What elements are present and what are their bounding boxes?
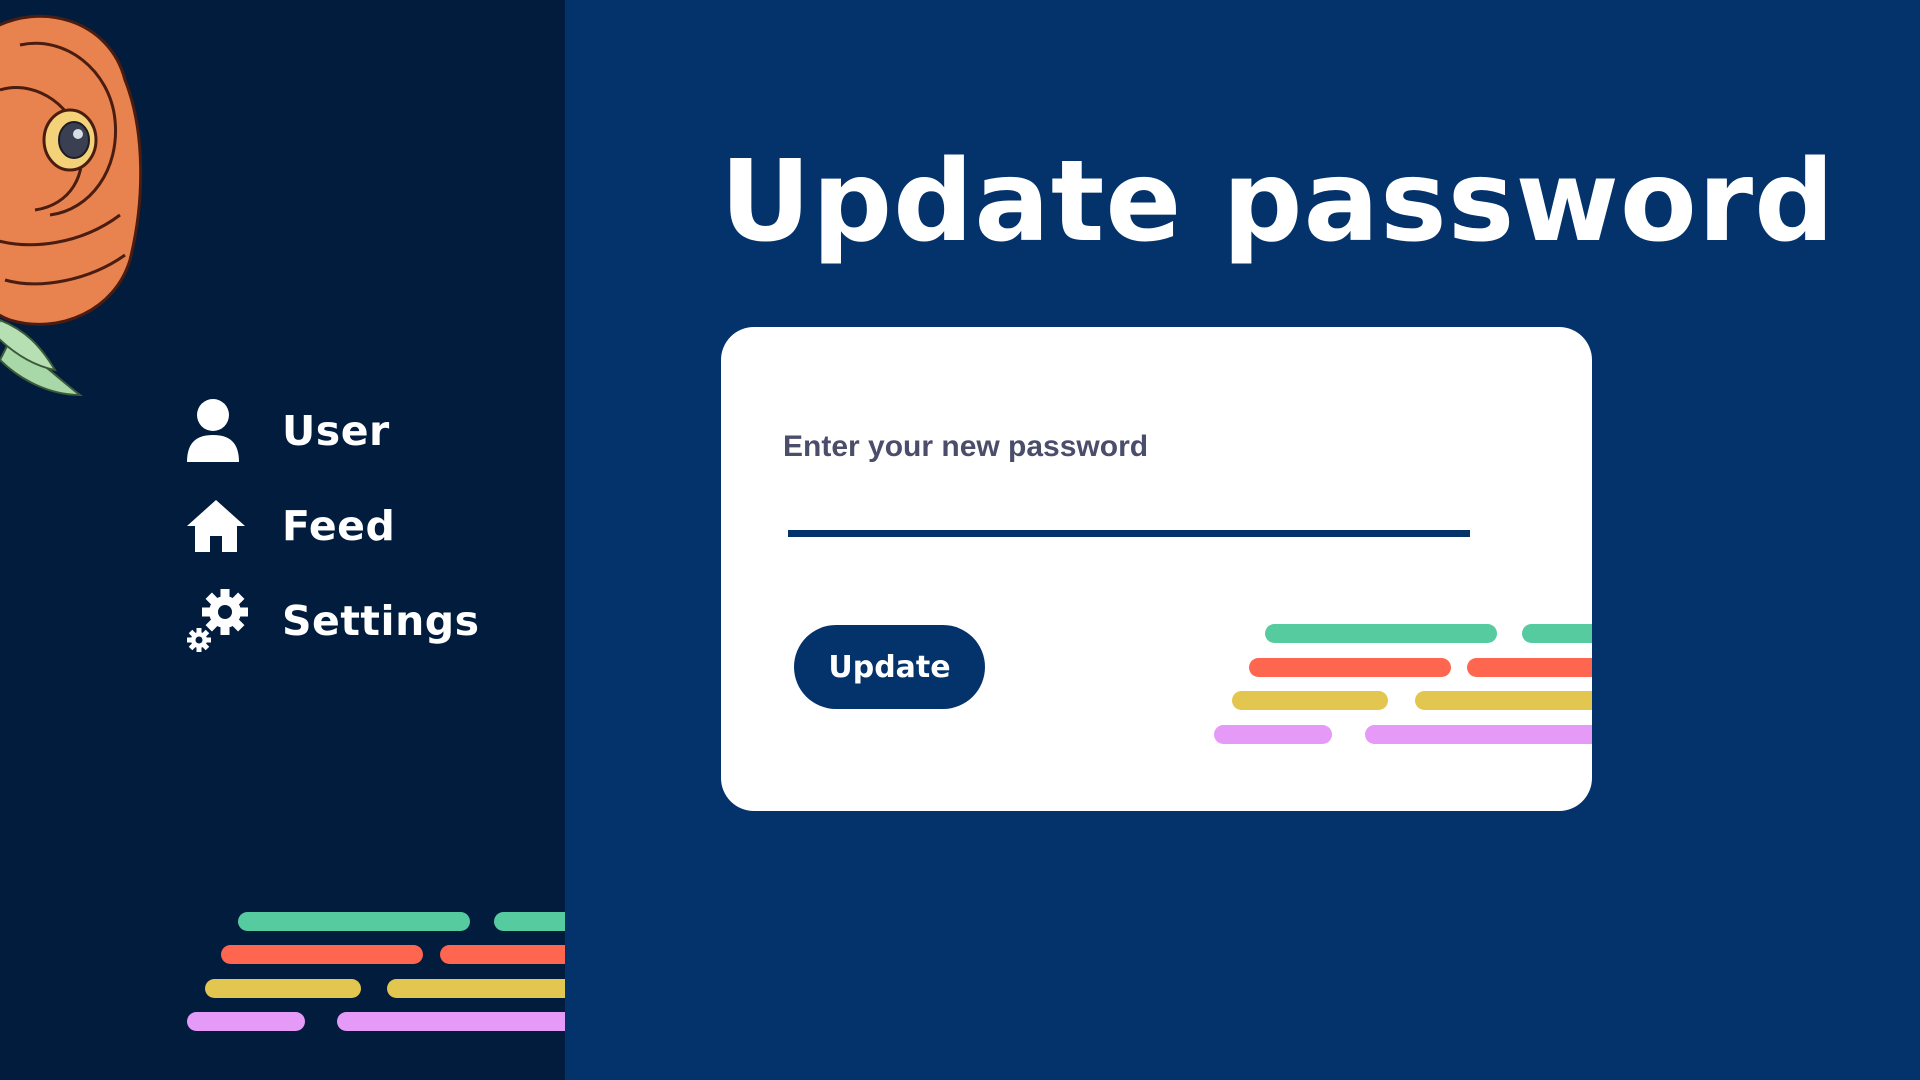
stripe-red — [440, 945, 565, 964]
rose-illustration — [0, 14, 143, 397]
page-title: Update password — [720, 137, 1836, 267]
stripe-green — [1522, 624, 1592, 643]
user-icon — [185, 398, 251, 464]
sidebar-nav: User Feed Settings — [185, 395, 480, 680]
sidebar-item-feed[interactable]: Feed — [185, 490, 480, 562]
stripe-green — [1265, 624, 1497, 643]
stripe-pink — [187, 1012, 305, 1031]
sidebar-item-user[interactable]: User — [185, 395, 480, 467]
update-button[interactable]: Update — [794, 625, 985, 709]
stripe-yellow — [387, 979, 565, 998]
sidebar-item-label: Settings — [282, 597, 480, 645]
stripe-pink — [337, 1012, 565, 1031]
update-password-page: User Feed Settings Update password Enter… — [0, 0, 1920, 1080]
stripe-yellow — [1232, 691, 1388, 710]
sidebar: User Feed Settings — [0, 0, 565, 1080]
sidebar-item-settings[interactable]: Settings — [185, 585, 480, 657]
stripe-red — [1249, 658, 1451, 677]
stripe-yellow — [205, 979, 361, 998]
stripe-red — [221, 945, 423, 964]
home-icon — [185, 493, 251, 559]
sidebar-item-label: User — [282, 407, 390, 455]
update-password-card: Enter your new password Update — [721, 327, 1592, 811]
stripe-pink — [1365, 725, 1592, 744]
stripe-red — [1467, 658, 1592, 677]
stripe-pink — [1214, 725, 1332, 744]
stripe-green — [494, 912, 565, 931]
stripe-yellow — [1415, 691, 1592, 710]
gears-icon — [185, 588, 251, 654]
new-password-input[interactable] — [788, 467, 1470, 537]
password-field-label: Enter your new password — [783, 430, 1149, 463]
stripe-green — [238, 912, 470, 931]
sidebar-item-label: Feed — [282, 502, 396, 550]
